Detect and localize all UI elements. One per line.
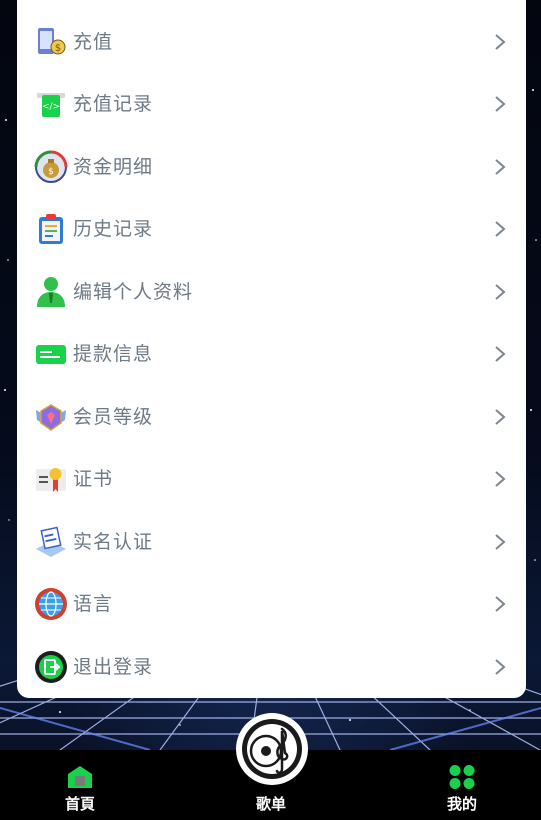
money-bag-icon: $ <box>34 150 68 184</box>
menu-item-label: 证书 <box>73 468 114 490</box>
chevron-right-icon <box>490 32 510 52</box>
recharge-phone-icon: $ <box>34 25 68 59</box>
chevron-right-icon <box>490 94 510 114</box>
menu-item-label: 充值记录 <box>73 93 154 115</box>
tab-home[interactable]: 首頁 <box>20 750 140 820</box>
certificate-icon <box>34 462 68 496</box>
tab-home-label: 首頁 <box>64 795 95 813</box>
chevron-right-icon <box>490 344 510 364</box>
verify-icon <box>34 525 68 559</box>
menu-item-fund-details[interactable]: $ 资金明细 <box>17 136 526 198</box>
menu-item-recharge[interactable]: $ 充值 <box>17 11 526 73</box>
menu-item-member-level[interactable]: 会员等级 <box>17 386 526 448</box>
menu-item-language[interactable]: 语言 <box>17 573 526 635</box>
menu-item-label: 语言 <box>73 593 114 615</box>
menu-item-history[interactable]: 历史记录 <box>17 198 526 260</box>
badge-icon <box>34 400 68 434</box>
chevron-right-icon <box>490 594 510 614</box>
grid-icon <box>448 764 476 790</box>
user-icon <box>34 275 68 309</box>
menu-item-label: 会员等级 <box>73 406 154 428</box>
menu-item-label: 充值 <box>73 31 114 53</box>
chevron-right-icon <box>490 157 510 177</box>
menu-item-logout[interactable]: 退出登录 <box>17 636 526 698</box>
recharge-record-icon: </> <box>34 87 68 121</box>
menu-item-withdrawal-info[interactable]: 提款信息 <box>17 323 526 385</box>
clipboard-icon <box>34 212 68 246</box>
home-icon <box>66 764 94 790</box>
chevron-right-icon <box>490 532 510 552</box>
menu-item-label: 提款信息 <box>73 343 154 365</box>
card-icon <box>34 337 68 371</box>
menu-item-label: 退出登录 <box>73 656 154 678</box>
chevron-right-icon <box>490 407 510 427</box>
chevron-right-icon <box>490 219 510 239</box>
menu-item-label: 资金明细 <box>73 156 154 178</box>
menu-item-label: 编辑个人资料 <box>73 281 194 303</box>
tab-mine-label: 我的 <box>446 795 477 813</box>
tab-playlist-label: 歌单 <box>255 795 286 813</box>
account-menu-card: $ 充值 </> 充值记录 $ 资金明细 历史记录 编辑个人资料 提款信息 会员… <box>17 0 526 698</box>
menu-item-edit-profile[interactable]: 编辑个人资料 <box>17 261 526 323</box>
menu-item-certificate[interactable]: 证书 <box>17 448 526 510</box>
chevron-right-icon <box>490 657 510 677</box>
globe-icon <box>34 587 68 621</box>
logout-icon <box>34 650 68 684</box>
music-disc-button[interactable] <box>236 713 308 785</box>
chevron-right-icon <box>490 469 510 489</box>
menu-item-label: 实名认证 <box>73 531 154 553</box>
menu-item-recharge-record[interactable]: </> 充值记录 <box>17 73 526 135</box>
svg-text:$: $ <box>55 43 61 54</box>
menu-item-real-name-verification[interactable]: 实名认证 <box>17 511 526 573</box>
music-disc-icon <box>237 714 307 784</box>
tab-mine[interactable]: 我的 <box>402 750 522 820</box>
svg-text:</>: </> <box>42 102 60 112</box>
chevron-right-icon <box>490 282 510 302</box>
menu-item-label: 历史记录 <box>73 218 154 240</box>
svg-text:$: $ <box>48 167 54 177</box>
